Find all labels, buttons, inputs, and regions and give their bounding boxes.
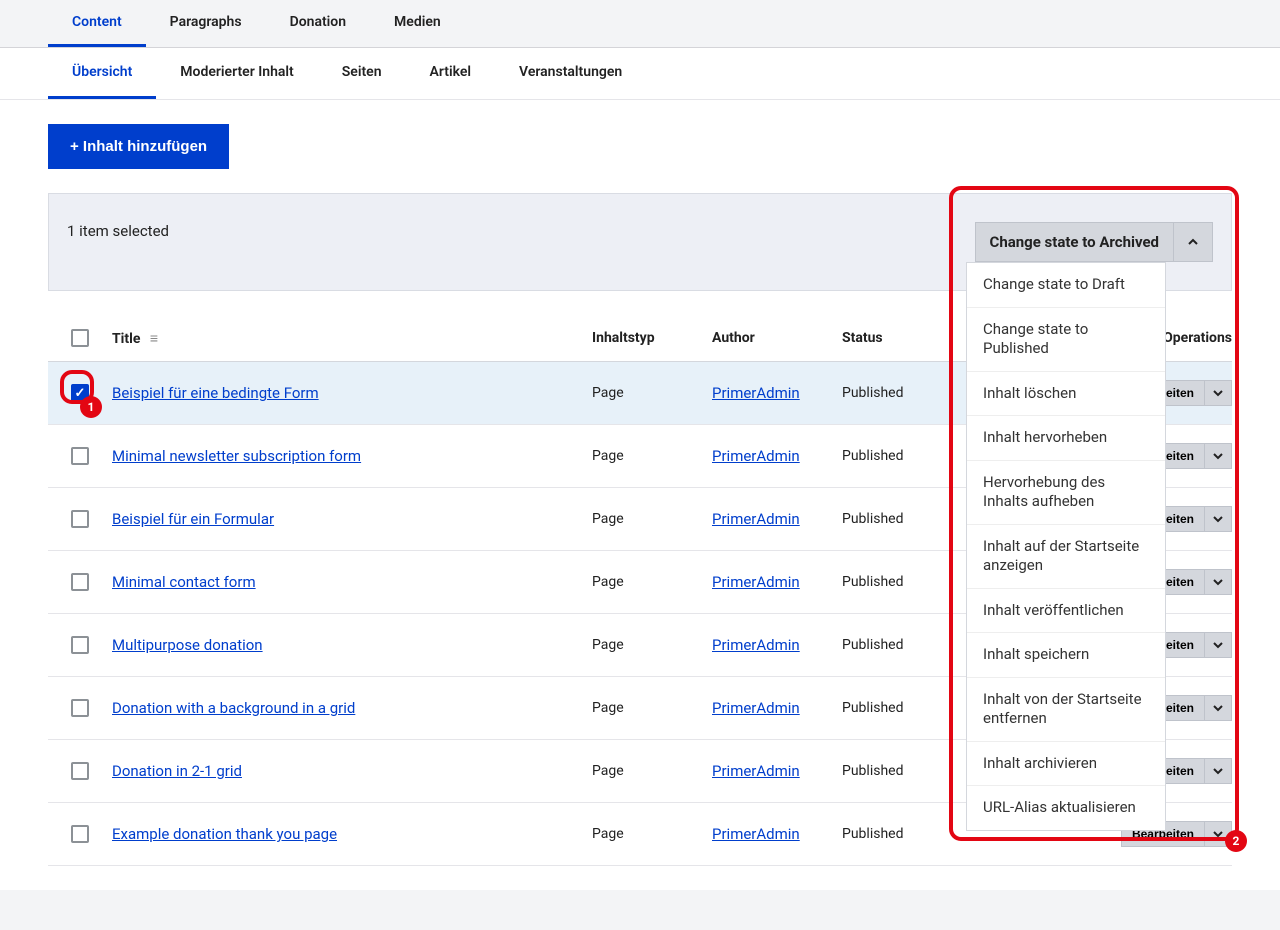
selection-count: 1 item selected — [67, 222, 169, 240]
row-ops-toggle[interactable] — [1205, 758, 1232, 784]
bulk-action-item[interactable]: Inhalt löschen — [967, 372, 1165, 417]
content-type: Page — [592, 763, 712, 779]
content-type: Page — [592, 385, 712, 401]
content-type: Page — [592, 511, 712, 527]
primary-tab[interactable]: Content — [48, 0, 146, 47]
content-title-link[interactable]: Donation with a background in a grid — [112, 699, 355, 717]
author-link[interactable]: PrimerAdmin — [712, 447, 800, 465]
status-text: Published — [842, 637, 942, 653]
sort-icon: ≡ — [150, 330, 158, 347]
secondary-tab[interactable]: Übersicht — [48, 48, 156, 99]
content-type: Page — [592, 637, 712, 653]
status-text: Published — [842, 385, 942, 401]
content-title-link[interactable]: Example donation thank you page — [112, 825, 337, 843]
secondary-tab[interactable]: Artikel — [406, 48, 496, 99]
content-title-link[interactable]: Minimal contact form — [112, 573, 256, 591]
author-link[interactable]: PrimerAdmin — [712, 573, 800, 591]
content-title-link[interactable]: Multipurpose donation — [112, 636, 263, 654]
selection-bar: 1 item selected Change state to Archived… — [48, 193, 1232, 291]
bulk-action-item[interactable]: Inhalt veröffentlichen — [967, 589, 1165, 634]
select-all-checkbox[interactable] — [71, 329, 89, 347]
row-ops-toggle[interactable] — [1205, 506, 1232, 532]
content-type: Page — [592, 700, 712, 716]
author-link[interactable]: PrimerAdmin — [712, 636, 800, 654]
row-checkbox[interactable] — [71, 573, 89, 591]
row-checkbox[interactable] — [71, 825, 89, 843]
row-ops-toggle[interactable] — [1205, 695, 1232, 721]
bulk-action-button[interactable]: Change state to Archived — [975, 222, 1175, 262]
bulk-action-item[interactable]: Change state to Draft — [967, 263, 1165, 308]
status-text: Published — [842, 511, 942, 527]
primary-tab[interactable]: Paragraphs — [146, 0, 266, 47]
bulk-action-item[interactable]: Hervorhebung des Inhalts aufheben — [967, 461, 1165, 525]
row-ops-toggle[interactable] — [1205, 380, 1232, 406]
chevron-down-icon — [1213, 388, 1223, 398]
secondary-tab[interactable]: Veranstaltungen — [495, 48, 646, 99]
chevron-up-icon — [1188, 237, 1198, 247]
bulk-action-item[interactable]: Inhalt auf der Startseite anzeigen — [967, 525, 1165, 589]
author-link[interactable]: PrimerAdmin — [712, 384, 800, 402]
bulk-action-dropdown: Change state to Archived Change state to… — [975, 222, 1214, 262]
status-text: Published — [842, 826, 942, 842]
add-content-button[interactable]: + Inhalt hinzufügen — [48, 124, 229, 169]
annotation-badge-2: 2 — [1225, 830, 1247, 852]
bulk-action-item[interactable]: Inhalt archivieren — [967, 742, 1165, 787]
secondary-tabs: ÜbersichtModerierter InhaltSeitenArtikel… — [0, 48, 1280, 100]
annotation-badge-1: 1 — [80, 396, 102, 418]
author-link[interactable]: PrimerAdmin — [712, 510, 800, 528]
bulk-action-menu: Change state to DraftChange state to Pub… — [966, 262, 1166, 831]
bulk-action-item[interactable]: Inhalt speichern — [967, 633, 1165, 678]
row-checkbox[interactable] — [71, 636, 89, 654]
author-link[interactable]: PrimerAdmin — [712, 825, 800, 843]
primary-tab[interactable]: Donation — [266, 0, 370, 47]
chevron-down-icon — [1213, 766, 1223, 776]
chevron-down-icon — [1213, 514, 1223, 524]
content-title-link[interactable]: Donation in 2-1 grid — [112, 762, 242, 780]
status-text: Published — [842, 574, 942, 590]
content-type: Page — [592, 448, 712, 464]
content-title-link[interactable]: Beispiel für ein Formular — [112, 510, 274, 528]
bulk-action-label: Change state to Archived — [990, 233, 1160, 251]
row-ops-toggle[interactable] — [1205, 569, 1232, 595]
status-text: Published — [842, 700, 942, 716]
content-title-link[interactable]: Beispiel für eine bedingte Form — [112, 384, 319, 402]
bulk-action-toggle[interactable] — [1174, 222, 1213, 262]
bulk-action-item[interactable]: URL-Alias aktualisieren — [967, 786, 1165, 830]
row-ops-toggle[interactable] — [1205, 632, 1232, 658]
column-type[interactable]: Inhaltstyp — [592, 330, 712, 346]
status-text: Published — [842, 763, 942, 779]
row-checkbox[interactable] — [71, 447, 89, 465]
column-author[interactable]: Author — [712, 330, 842, 346]
chevron-down-icon — [1213, 451, 1223, 461]
primary-tab[interactable]: Medien — [370, 0, 465, 47]
chevron-down-icon — [1213, 577, 1223, 587]
content-title-link[interactable]: Minimal newsletter subscription form — [112, 447, 361, 465]
bulk-action-item[interactable]: Inhalt von der Startseite entfernen — [967, 678, 1165, 742]
secondary-tab[interactable]: Moderierter Inhalt — [156, 48, 317, 99]
chevron-down-icon — [1213, 703, 1223, 713]
column-title[interactable]: Title ≡ — [112, 330, 592, 347]
author-link[interactable]: PrimerAdmin — [712, 762, 800, 780]
bulk-action-item[interactable]: Change state to Published — [967, 308, 1165, 372]
content-type: Page — [592, 574, 712, 590]
status-text: Published — [842, 448, 942, 464]
secondary-tab[interactable]: Seiten — [318, 48, 406, 99]
chevron-down-icon — [1213, 640, 1223, 650]
chevron-down-icon — [1213, 829, 1223, 839]
row-checkbox[interactable] — [71, 762, 89, 780]
bulk-action-item[interactable]: Inhalt hervorheben — [967, 416, 1165, 461]
row-checkbox[interactable] — [71, 510, 89, 528]
content-type: Page — [592, 826, 712, 842]
primary-tabs: ContentParagraphsDonationMedien — [0, 0, 1280, 48]
row-ops-toggle[interactable] — [1205, 443, 1232, 469]
row-checkbox[interactable] — [71, 699, 89, 717]
column-status[interactable]: Status — [842, 330, 942, 346]
author-link[interactable]: PrimerAdmin — [712, 699, 800, 717]
